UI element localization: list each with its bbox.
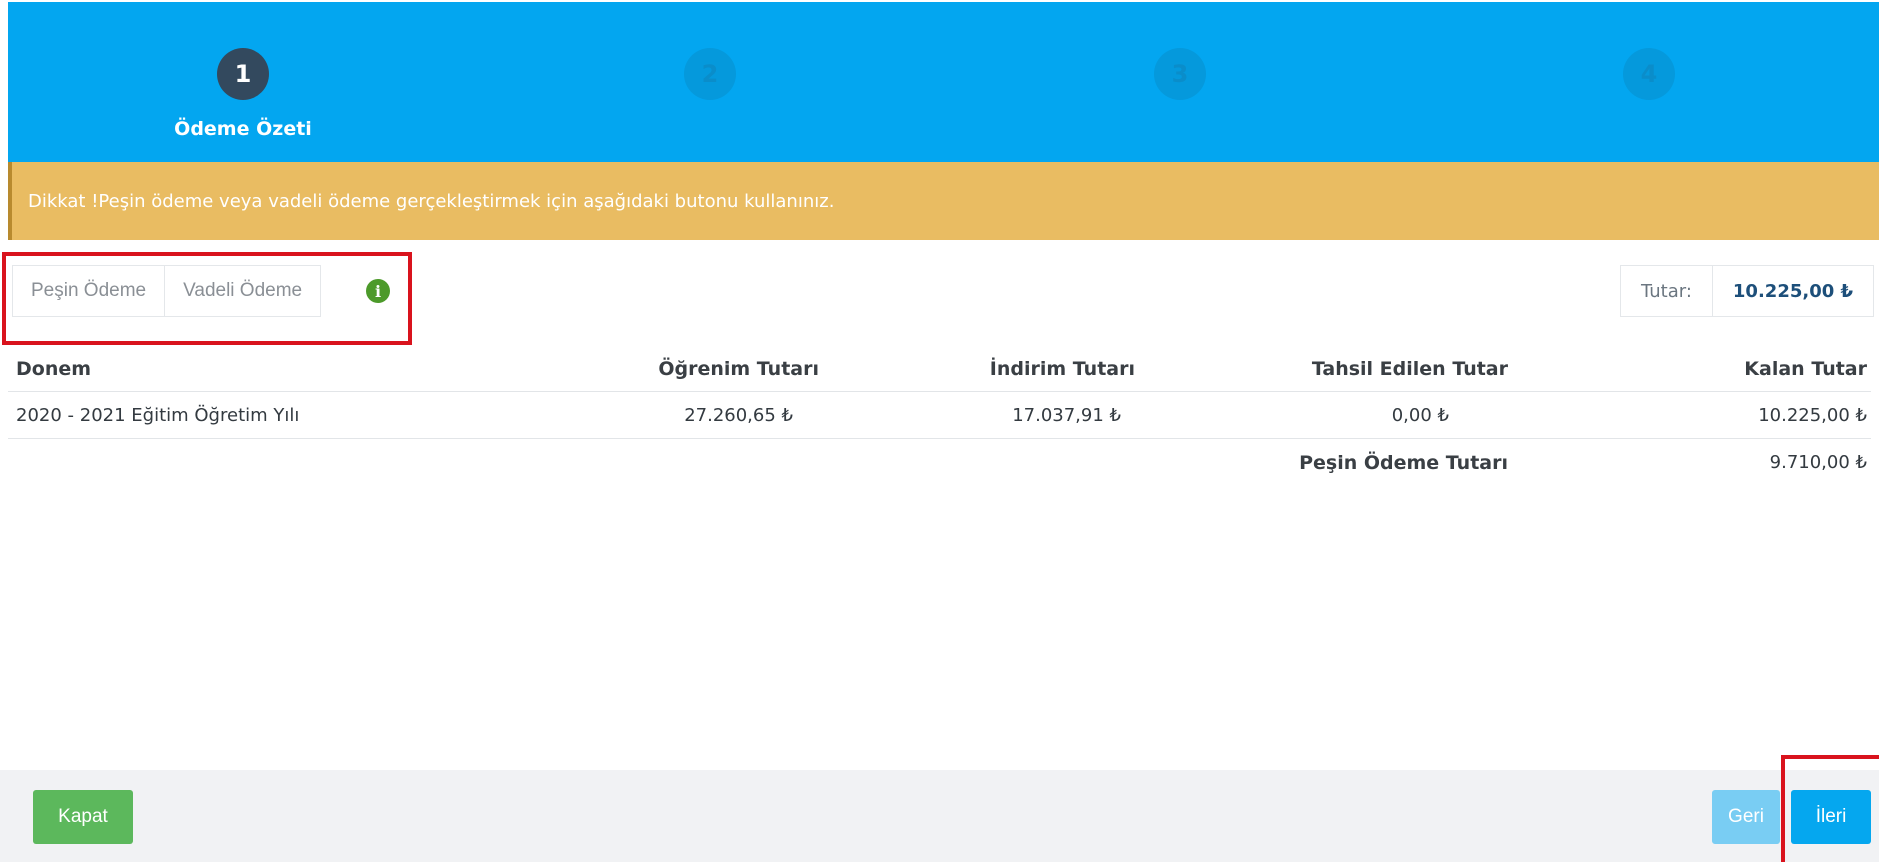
payment-wizard: 1 Ödeme Özeti 2 3 4 Dikkat !Peşin ödeme … <box>0 0 1879 862</box>
summary-label: Peşin Ödeme Tutarı <box>1299 451 1508 474</box>
step-4-number: 4 <box>1640 60 1658 88</box>
highlight-annotation-payment-options <box>2 252 412 345</box>
cell-indirim-tutari: 17.037,91 ₺ <box>1012 405 1121 426</box>
step-1-title: Ödeme Özeti <box>174 118 312 140</box>
step-1-number: 1 <box>234 60 252 88</box>
amount-value: 10.225,00 ₺ <box>1712 265 1875 317</box>
header-tahsil-edilen-tutar: Tahsil Edilen Tutar <box>1311 357 1508 380</box>
step-2-indicator[interactable]: 2 <box>684 48 736 100</box>
table-header-row: Donem Öğrenim Tutarı İndirim Tutarı Tahs… <box>8 345 1871 392</box>
header-kalan-tutar: Kalan Tutar <box>1744 357 1867 380</box>
step-2-number: 2 <box>701 60 719 88</box>
back-button[interactable]: Geri <box>1712 790 1780 844</box>
close-button[interactable]: Kapat <box>33 790 133 844</box>
wizard-footer <box>0 770 1879 862</box>
warning-alert: Dikkat !Peşin ödeme veya vadeli ödeme ge… <box>8 162 1879 240</box>
header-donem: Donem <box>16 357 92 380</box>
summary-value: 9.710,00 ₺ <box>1769 452 1867 473</box>
step-4-indicator[interactable]: 4 <box>1623 48 1675 100</box>
step-1-indicator[interactable]: 1 <box>217 48 269 100</box>
header-ogrenim-tutari: Öğrenim Tutarı <box>658 357 819 380</box>
header-indirim-tutari: İndirim Tutarı <box>989 357 1135 380</box>
amount-label: Tutar: <box>1620 265 1713 317</box>
step-3-number: 3 <box>1171 60 1189 88</box>
highlight-annotation-next <box>1781 755 1879 862</box>
cell-kalan-tutar: 10.225,00 ₺ <box>1758 405 1867 426</box>
cell-tahsil-edilen-tutar: 0,00 ₺ <box>1391 405 1449 426</box>
alert-text: Dikkat !Peşin ödeme veya vadeli ödeme ge… <box>28 190 835 212</box>
table-summary-row: Peşin Ödeme Tutarı 9.710,00 ₺ <box>8 439 1871 486</box>
cell-ogrenim-tutari: 27.260,65 ₺ <box>684 405 793 426</box>
cell-donem: 2020 - 2021 Eğitim Öğretim Yılı <box>16 405 300 426</box>
step-3-indicator[interactable]: 3 <box>1154 48 1206 100</box>
wizard-header: 1 Ödeme Özeti 2 3 4 <box>8 2 1879 162</box>
amount-display: Tutar: 10.225,00 ₺ <box>1620 265 1875 317</box>
payment-summary-table: Donem Öğrenim Tutarı İndirim Tutarı Tahs… <box>8 345 1871 486</box>
table-row: 2020 - 2021 Eğitim Öğretim Yılı 27.260,6… <box>8 392 1871 439</box>
